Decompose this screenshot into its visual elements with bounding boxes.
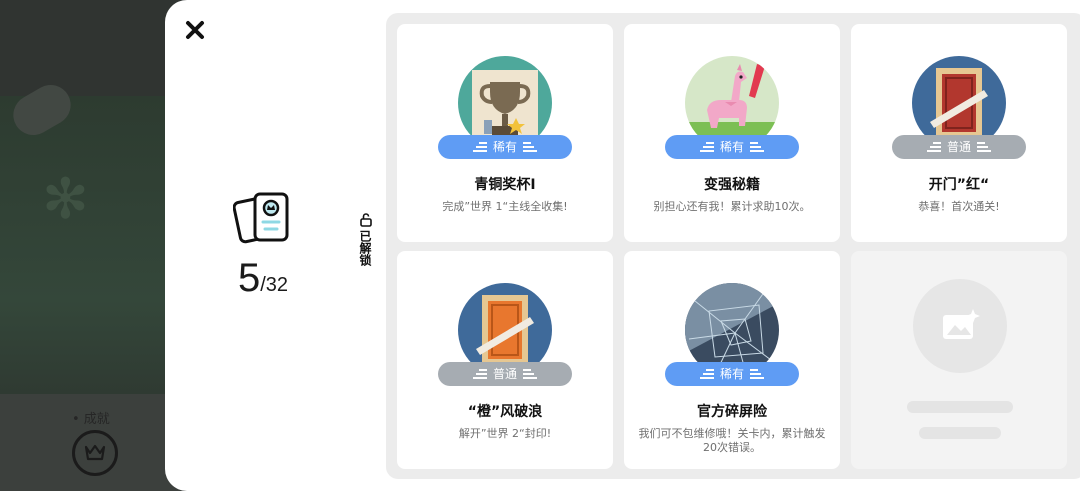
achievement-title: 官方碎屏险 [697, 404, 767, 420]
unlocked-label: 已解锁 [358, 230, 372, 266]
achievement-title: “橙”风破浪 [467, 404, 543, 420]
rank-bars-icon [926, 141, 941, 152]
achievement-card[interactable]: 稀有 变强秘籍 别担心还有我！累计求助10次。 [624, 24, 840, 242]
achievement-card[interactable]: 普通 “橙”风破浪 解开”世界 2“封印! [397, 251, 613, 469]
placeholder-desc [919, 427, 1001, 439]
close-icon[interactable] [183, 18, 207, 42]
locked-achievement-card [851, 251, 1067, 469]
unlock-icon [360, 212, 372, 227]
achievement-desc: 解开”世界 2“封印! [458, 427, 552, 440]
unlocked-filter[interactable]: 已解锁 [358, 212, 374, 266]
achievement-summary: 5/32 [223, 190, 303, 301]
rank-bars-icon [750, 368, 764, 379]
achievement-title: 青铜奖杯I [474, 177, 536, 193]
rank-bars-icon [699, 141, 714, 152]
rank-bars-icon [977, 141, 991, 152]
achievement-desc: 别担心还有我！累计求助10次。 [653, 200, 811, 213]
achievement-label: • 成就 [72, 412, 110, 427]
unlocked-count: 5/32 [237, 256, 289, 300]
locked-image-icon [913, 279, 1007, 373]
achievement-card[interactable]: 稀有 青铜奖杯I 完成”世界 1“主线全收集! [397, 24, 613, 242]
achievement-card-icon [232, 190, 293, 246]
background-decoration [6, 77, 78, 143]
rarity-badge: 稀有 [665, 135, 799, 159]
achievement-title: 变强秘籍 [704, 177, 760, 193]
achievement-card[interactable]: 普通 开门”红“ 恭喜！首次通关! [851, 24, 1067, 242]
achievement-desc: 完成”世界 1“主线全收集! [442, 200, 568, 213]
rank-bars-icon [699, 368, 714, 379]
flower-icon: ✻ [42, 167, 89, 232]
achievement-desc: 我们可不包维修哦！关卡内，累计触发20次错误。 [638, 427, 826, 454]
achievement-grid: 稀有 青铜奖杯I 完成”世界 1“主线全收集! 稀有 变强秘籍 别担心还有我！累… [386, 13, 1080, 479]
rank-bars-icon [472, 368, 487, 379]
rank-bars-icon [472, 141, 487, 152]
placeholder-title [907, 401, 1013, 413]
rarity-badge: 普通 [438, 362, 572, 386]
achievement-desc: 恭喜！首次通关! [918, 200, 1000, 213]
crown-icon[interactable] [72, 430, 118, 476]
rank-bars-icon [523, 141, 537, 152]
achievements-modal: 5/32 已解锁 稀有 青铜奖杯I 完成”世界 1“主线全收集! 稀有 变强秘籍… [165, 0, 1080, 491]
rarity-badge: 稀有 [438, 135, 572, 159]
rank-bars-icon [523, 368, 537, 379]
achievement-card[interactable]: 稀有 官方碎屏险 我们可不包维修哦！关卡内，累计触发20次错误。 [624, 251, 840, 469]
rank-bars-icon [750, 141, 764, 152]
achievement-title: 开门”红“ [928, 177, 990, 193]
rarity-badge: 稀有 [665, 362, 799, 386]
rarity-badge: 普通 [892, 135, 1026, 159]
